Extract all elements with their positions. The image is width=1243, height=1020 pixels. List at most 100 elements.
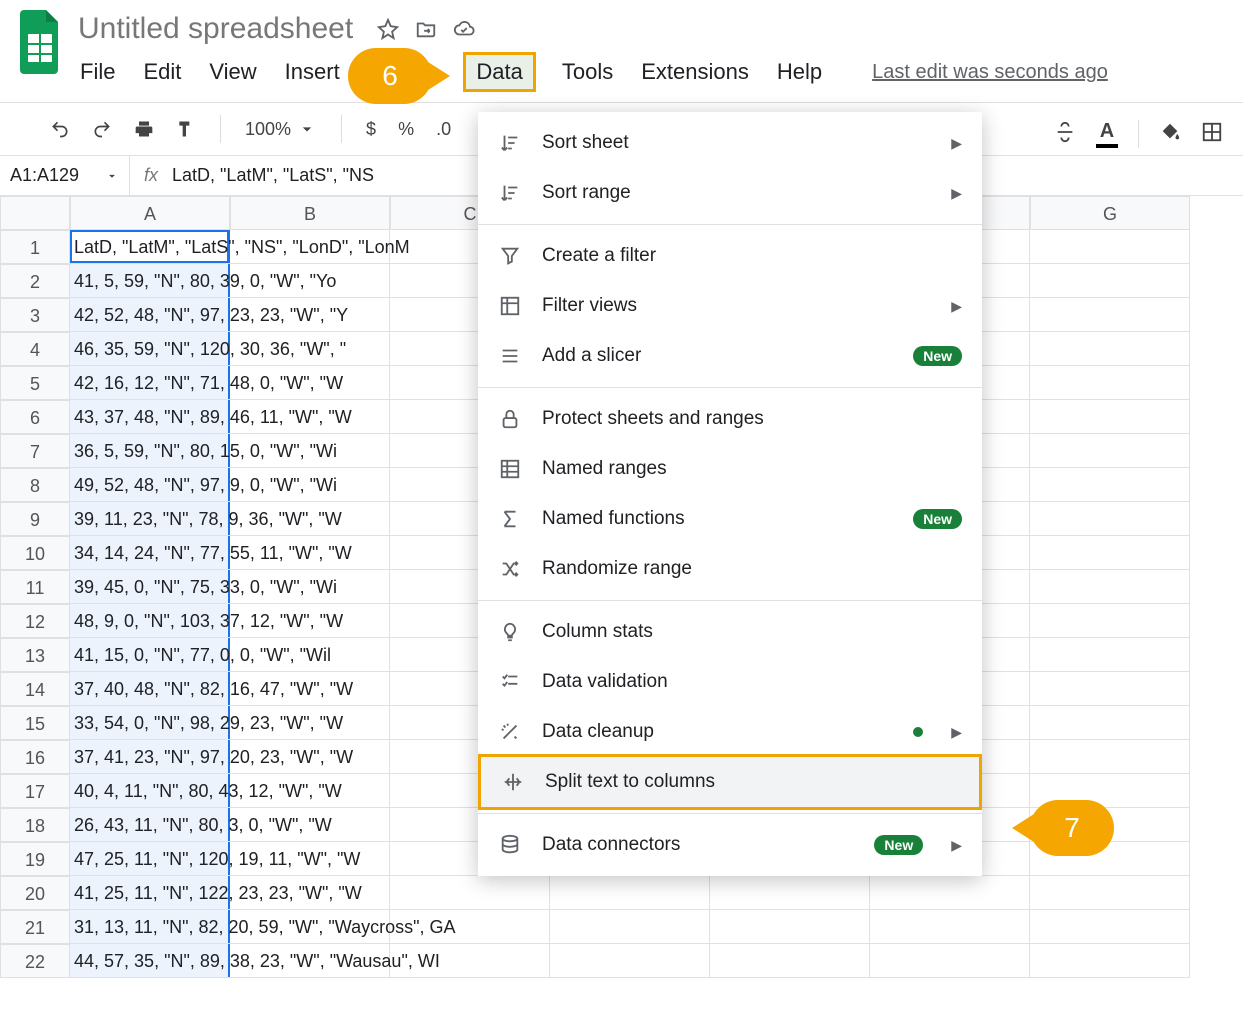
cell[interactable]: 41, 25, 11, "N", 122, 23, 23, "W", "W xyxy=(70,876,230,910)
fill-color-icon[interactable] xyxy=(1159,121,1181,148)
cell[interactable] xyxy=(870,910,1030,944)
mi-column-stats[interactable]: Column stats xyxy=(478,607,982,657)
doc-title[interactable]: Untitled spreadsheet xyxy=(78,12,353,46)
cell[interactable] xyxy=(1030,230,1190,264)
row-header[interactable]: 16 xyxy=(0,740,70,774)
cell[interactable] xyxy=(1030,876,1190,910)
cell[interactable] xyxy=(710,944,870,978)
mi-data-validation[interactable]: Data validation xyxy=(478,657,982,707)
menu-insert[interactable]: Insert xyxy=(283,55,342,89)
cell[interactable] xyxy=(1030,944,1190,978)
column-header[interactable]: B xyxy=(230,196,390,230)
cell[interactable]: 41, 5, 59, "N", 80, 39, 0, "W", "Yo xyxy=(70,264,230,298)
cell[interactable] xyxy=(1030,672,1190,706)
sheets-logo[interactable] xyxy=(16,12,64,72)
cell[interactable]: 43, 37, 48, "N", 89, 46, 11, "W", "W xyxy=(70,400,230,434)
cell[interactable] xyxy=(550,944,710,978)
cell[interactable] xyxy=(1030,604,1190,638)
move-folder-icon[interactable] xyxy=(415,18,437,40)
cell[interactable]: 49, 52, 48, "N", 97, 9, 0, "W", "Wi xyxy=(70,468,230,502)
cell[interactable] xyxy=(550,876,710,910)
cell[interactable] xyxy=(1030,298,1190,332)
row-header[interactable]: 5 xyxy=(0,366,70,400)
row-header[interactable]: 15 xyxy=(0,706,70,740)
row-header[interactable]: 9 xyxy=(0,502,70,536)
cell[interactable]: 46, 35, 59, "N", 120, 30, 36, "W", " xyxy=(70,332,230,366)
cell[interactable]: 33, 54, 0, "N", 98, 29, 23, "W", "W xyxy=(70,706,230,740)
cloud-saved-icon[interactable] xyxy=(453,18,475,40)
formula-bar[interactable]: LatD, "LatM", "LatS", "NS xyxy=(172,165,374,186)
mi-protect[interactable]: Protect sheets and ranges xyxy=(478,394,982,444)
undo-icon[interactable] xyxy=(44,115,76,143)
cell[interactable] xyxy=(1030,638,1190,672)
row-header[interactable]: 6 xyxy=(0,400,70,434)
row-header[interactable]: 22 xyxy=(0,944,70,978)
mi-add-slicer[interactable]: Add a slicerNew xyxy=(478,331,982,381)
cell[interactable]: 36, 5, 59, "N", 80, 15, 0, "W", "Wi xyxy=(70,434,230,468)
cell[interactable] xyxy=(1030,366,1190,400)
row-header[interactable]: 18 xyxy=(0,808,70,842)
menu-edit[interactable]: Edit xyxy=(141,55,183,89)
mi-named-ranges[interactable]: Named ranges xyxy=(478,444,982,494)
column-header[interactable]: A xyxy=(70,196,230,230)
row-header[interactable]: 19 xyxy=(0,842,70,876)
cell[interactable] xyxy=(870,944,1030,978)
row-header[interactable]: 2 xyxy=(0,264,70,298)
text-color-icon[interactable]: A xyxy=(1096,120,1118,148)
cell[interactable]: 39, 11, 23, "N", 78, 9, 36, "W", "W xyxy=(70,502,230,536)
cell[interactable]: 42, 16, 12, "N", 71, 48, 0, "W", "W xyxy=(70,366,230,400)
cell[interactable]: 31, 13, 11, "N", 82, 20, 59, "W", "Waycr… xyxy=(70,910,230,944)
menu-data[interactable]: Data xyxy=(463,52,535,92)
mi-split-text[interactable]: Split text to columns xyxy=(478,754,982,810)
cell[interactable] xyxy=(390,876,550,910)
menu-extensions[interactable]: Extensions xyxy=(639,55,751,89)
cell[interactable] xyxy=(870,876,1030,910)
row-header[interactable]: 10 xyxy=(0,536,70,570)
cell[interactable] xyxy=(1030,536,1190,570)
row-header[interactable]: 20 xyxy=(0,876,70,910)
mi-filter-views[interactable]: Filter views▶ xyxy=(478,281,982,331)
menu-view[interactable]: View xyxy=(207,55,258,89)
cell[interactable]: 37, 41, 23, "N", 97, 20, 23, "W", "W xyxy=(70,740,230,774)
cell[interactable]: 39, 45, 0, "N", 75, 33, 0, "W", "Wi xyxy=(70,570,230,604)
cell[interactable] xyxy=(1030,910,1190,944)
cell[interactable] xyxy=(1030,434,1190,468)
row-header[interactable]: 14 xyxy=(0,672,70,706)
redo-icon[interactable] xyxy=(86,115,118,143)
last-edit-link[interactable]: Last edit was seconds ago xyxy=(872,61,1108,84)
cell[interactable] xyxy=(1030,264,1190,298)
row-header[interactable]: 1 xyxy=(0,230,70,264)
cell[interactable] xyxy=(1030,570,1190,604)
cell[interactable] xyxy=(710,910,870,944)
row-header[interactable]: 4 xyxy=(0,332,70,366)
cell[interactable] xyxy=(1030,706,1190,740)
star-icon[interactable] xyxy=(377,18,399,40)
cell[interactable]: 40, 4, 11, "N", 80, 43, 12, "W", "W xyxy=(70,774,230,808)
menu-file[interactable]: File xyxy=(78,55,117,89)
cell[interactable]: 42, 52, 48, "N", 97, 23, 23, "W", "Y xyxy=(70,298,230,332)
format-currency[interactable]: $ xyxy=(360,115,382,144)
row-header[interactable]: 11 xyxy=(0,570,70,604)
row-header[interactable]: 17 xyxy=(0,774,70,808)
row-header[interactable]: 7 xyxy=(0,434,70,468)
cell[interactable]: 41, 15, 0, "N", 77, 0, 0, "W", "Wil xyxy=(70,638,230,672)
cell[interactable]: 37, 40, 48, "N", 82, 16, 47, "W", "W xyxy=(70,672,230,706)
row-header[interactable]: 21 xyxy=(0,910,70,944)
strikethrough-icon[interactable] xyxy=(1054,121,1076,148)
format-percent[interactable]: % xyxy=(392,115,420,144)
cell[interactable]: 34, 14, 24, "N", 77, 55, 11, "W", "W xyxy=(70,536,230,570)
borders-icon[interactable] xyxy=(1201,121,1223,148)
row-header[interactable]: 8 xyxy=(0,468,70,502)
menu-tools[interactable]: Tools xyxy=(560,55,615,89)
cell[interactable] xyxy=(710,876,870,910)
row-header[interactable]: 13 xyxy=(0,638,70,672)
column-header[interactable]: G xyxy=(1030,196,1190,230)
cell[interactable] xyxy=(1030,332,1190,366)
mi-data-cleanup[interactable]: Data cleanup▶ xyxy=(478,707,982,757)
cell[interactable] xyxy=(1030,740,1190,774)
cell[interactable] xyxy=(550,910,710,944)
cell[interactable]: 26, 43, 11, "N", 80, 3, 0, "W", "W xyxy=(70,808,230,842)
cell[interactable] xyxy=(1030,468,1190,502)
row-header[interactable]: 3 xyxy=(0,298,70,332)
row-header[interactable]: 12 xyxy=(0,604,70,638)
